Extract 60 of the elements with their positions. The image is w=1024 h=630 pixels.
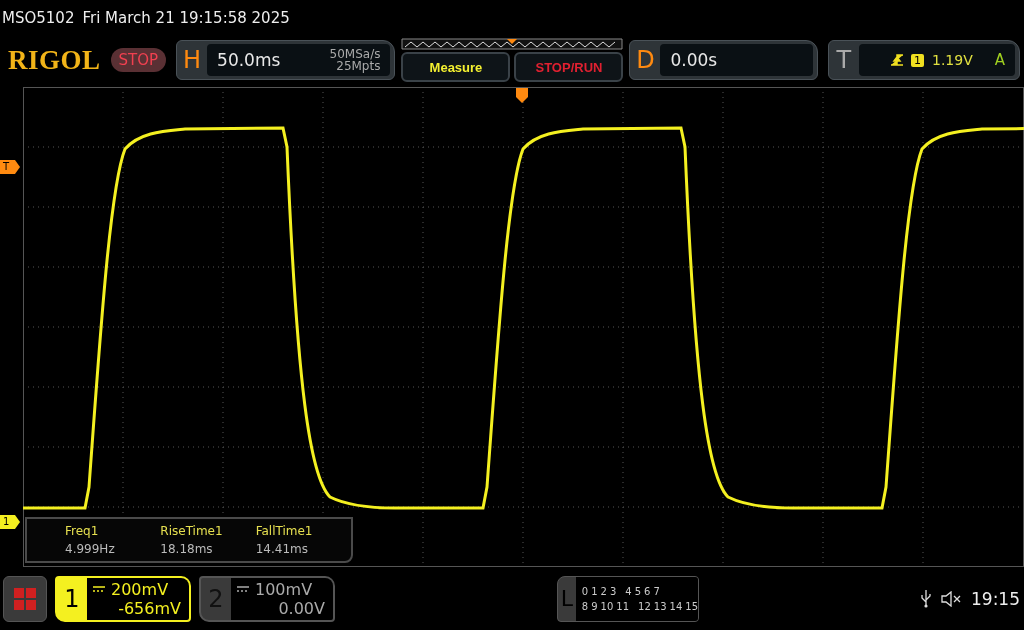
channel-offset: -656mV bbox=[118, 598, 181, 618]
dc-coupling-icon bbox=[237, 586, 249, 592]
logic-bit-label: 0 bbox=[581, 585, 589, 597]
usb-icon bbox=[921, 589, 931, 608]
sample-rate: 50MSa/s bbox=[329, 48, 381, 60]
channel-button[interactable]: 1 200mV -656mV bbox=[55, 575, 191, 622]
speaker-muted-icon bbox=[941, 590, 961, 607]
logic-bit-label: 9 bbox=[591, 600, 598, 612]
dc-coupling-icon bbox=[93, 586, 105, 592]
logic-panel[interactable]: L 0 1 2 3 4 5 6 7 8 9 10 11 12 13 14 15 bbox=[557, 575, 699, 622]
logic-bit-label: 1 bbox=[591, 585, 598, 597]
measurement-label: RiseTime1 bbox=[160, 524, 224, 538]
logic-bit-label: 7 bbox=[653, 585, 660, 597]
model-name: MSO5102 bbox=[2, 9, 75, 27]
logic-bit-label: 2 bbox=[600, 585, 607, 597]
logic-letter: L bbox=[559, 585, 575, 613]
timebase-value: 50.0ms bbox=[217, 50, 281, 70]
logic-bit-label: 3 bbox=[609, 585, 617, 597]
measurement-value: 14.41ms bbox=[255, 542, 309, 556]
run-state-badge: STOP bbox=[110, 48, 167, 72]
trigger-source-badge: 1 bbox=[911, 53, 924, 67]
logic-bit-label: 11 bbox=[616, 600, 630, 612]
measurement-value: 18.18ms bbox=[160, 542, 214, 556]
channel-scale: 200mV bbox=[111, 579, 169, 599]
logic-bit-label: 12 bbox=[638, 600, 651, 612]
menu-button[interactable] bbox=[3, 575, 47, 622]
date-time: Fri March 21 19:15:58 2025 bbox=[82, 9, 290, 27]
logic-bit-label: 5 bbox=[634, 585, 642, 597]
logic-bit-label: 4 bbox=[625, 585, 632, 597]
logic-bit-label: 13 bbox=[653, 600, 667, 612]
logic-bit-label: 15 bbox=[685, 600, 698, 612]
channel-offset: 0.00V bbox=[278, 598, 325, 618]
grid-squares-icon bbox=[14, 587, 36, 610]
measurement-label: FallTime1 bbox=[255, 524, 314, 538]
horizontal-panel[interactable]: H 50.0ms 50MSa/s 25Mpts bbox=[176, 40, 396, 80]
logic-bit-label: 6 bbox=[644, 585, 651, 597]
measure-button[interactable]: Measure bbox=[401, 52, 511, 82]
stop-run-button[interactable]: STOP/RUN bbox=[514, 52, 624, 82]
trigger-mode: A bbox=[994, 51, 1005, 69]
logic-bit-label: 10 bbox=[600, 600, 614, 612]
clock: 19:15 bbox=[971, 588, 1020, 609]
channel-number: 1 bbox=[63, 583, 81, 615]
measurement-value: 4.999Hz bbox=[65, 542, 116, 556]
trigger-letter: T bbox=[835, 46, 853, 74]
channel-marker[interactable]: 1 bbox=[0, 515, 20, 529]
delay-letter: D bbox=[635, 46, 656, 74]
channel-scale: 100mV bbox=[255, 579, 313, 599]
horizontal-letter: H bbox=[182, 46, 203, 74]
memory-depth: 25Mpts bbox=[336, 60, 381, 72]
trigger-level: 1.19V bbox=[932, 52, 973, 68]
trigger-panel[interactable]: T 1 1.19V A bbox=[827, 40, 1020, 80]
logic-bit-label: 14 bbox=[669, 600, 683, 612]
delay-value: 0.00s bbox=[670, 50, 718, 70]
brand-logo: RIGOL bbox=[8, 44, 101, 76]
trigger-level-marker[interactable]: T bbox=[0, 160, 20, 174]
delay-panel[interactable]: D 0.00s bbox=[629, 40, 818, 80]
trigger-position-marker[interactable] bbox=[516, 88, 528, 103]
measurement-label: Freq1 bbox=[65, 524, 100, 538]
logic-bit-label: 8 bbox=[581, 600, 589, 612]
rising-edge-icon bbox=[891, 54, 903, 66]
